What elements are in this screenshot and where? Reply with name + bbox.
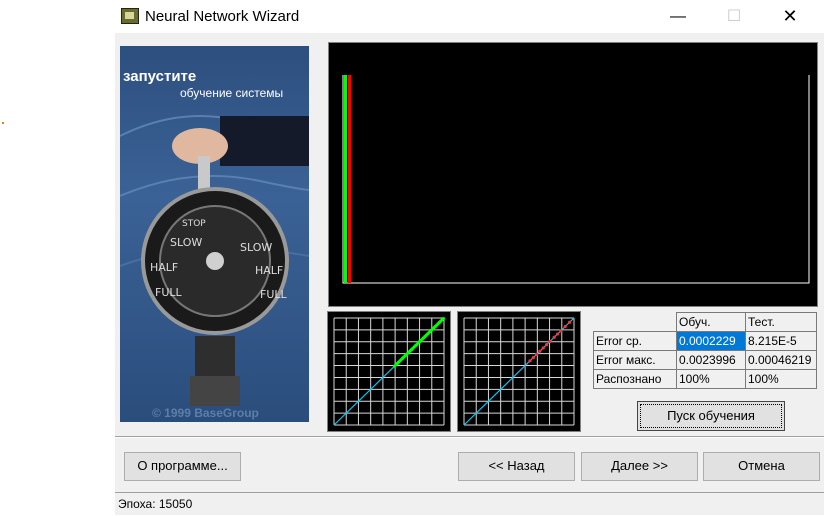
start-training-label: Пуск обучения [640, 404, 782, 428]
window-title: Neural Network Wizard [145, 8, 300, 25]
scatter-point [555, 332, 560, 336]
svg-text:FULL: FULL [260, 288, 288, 301]
scatter-point [563, 324, 567, 329]
svg-text:SLOW: SLOW [240, 241, 272, 254]
divider [115, 436, 824, 438]
svg-text:FULL: FULL [155, 286, 183, 299]
column-header-test: Тест. [745, 312, 817, 332]
column-header-train: Обуч. [676, 312, 746, 332]
scatter-point [528, 359, 532, 363]
telegraph-illustration: SLOW SLOW HALF HALF FULL FULL STOP [120, 115, 309, 406]
scatter-point [548, 339, 552, 344]
svg-text:STOP: STOP [182, 219, 206, 229]
back-button[interactable]: << Назад [458, 452, 575, 481]
row-label: Error макс. [593, 350, 677, 370]
wizard-window: Neural Network Wizard — ☐ ✕ SLOW SLOW HA… [115, 0, 824, 515]
minimize-button[interactable]: — [655, 0, 701, 33]
stray-dot [2, 122, 4, 124]
cancel-button[interactable]: Отмена [703, 452, 820, 481]
title-bar: Neural Network Wizard — ☐ ✕ [115, 0, 824, 33]
error-stats-table: Обуч. Тест. Error ср. 0.0002229 8.215E-5… [593, 312, 817, 389]
scatter-point [531, 355, 535, 360]
table-row: Распознано 100% 100% [593, 369, 817, 389]
banner-subheading: обучение системы [180, 86, 284, 100]
table-cell[interactable]: 100% [745, 369, 817, 389]
app-icon [121, 8, 139, 24]
scatter-point [535, 352, 539, 356]
banner-heading: запустите [123, 68, 197, 85]
maximize-button[interactable]: ☐ [711, 0, 757, 33]
svg-text:SLOW: SLOW [170, 236, 202, 249]
train-error-bar [344, 75, 347, 283]
table-cell[interactable]: 8.215E-5 [745, 331, 817, 351]
scatter-point [544, 343, 549, 347]
table-row: Error макс. 0.0023996 0.00046219 [593, 350, 817, 370]
svg-text:HALF: HALF [150, 261, 178, 274]
epoch-counter: Эпоха: 15050 [118, 497, 193, 511]
about-button[interactable]: О программе... [124, 452, 241, 481]
table-cell[interactable]: 0.0023996 [676, 350, 746, 370]
scatter-point [552, 335, 556, 339]
next-button[interactable]: Далее >> [581, 452, 698, 481]
svg-text:HALF: HALF [255, 264, 283, 277]
table-row: Error ср. 0.0002229 8.215E-5 [593, 331, 817, 351]
wizard-banner-image: SLOW SLOW HALF HALF FULL FULL STOP запус… [120, 46, 309, 422]
start-training-button[interactable]: Пуск обучения [637, 401, 785, 431]
test-scatter-plot [457, 311, 581, 432]
table-corner [593, 312, 677, 332]
scatter-point [559, 329, 563, 333]
row-label: Распознано [593, 369, 677, 389]
scatter-point [541, 346, 545, 350]
error-histogram-plot [328, 42, 818, 307]
table-header-row: Обуч. Тест. [593, 312, 817, 332]
scatter-point [538, 349, 542, 353]
scatter-point [568, 320, 572, 324]
table-cell[interactable]: 100% [676, 369, 746, 389]
row-label: Error ср. [593, 331, 677, 351]
close-button[interactable]: ✕ [767, 0, 813, 33]
table-cell-selected[interactable]: 0.0002229 [676, 331, 746, 351]
status-bar: Эпоха: 15050 [115, 492, 824, 516]
scatter-point [441, 317, 445, 321]
banner-copyright: © 1999 BaseGroup [152, 406, 259, 420]
table-cell[interactable]: 0.00046219 [745, 350, 817, 370]
train-scatter-plot [327, 311, 451, 432]
test-error-bar [348, 75, 351, 283]
